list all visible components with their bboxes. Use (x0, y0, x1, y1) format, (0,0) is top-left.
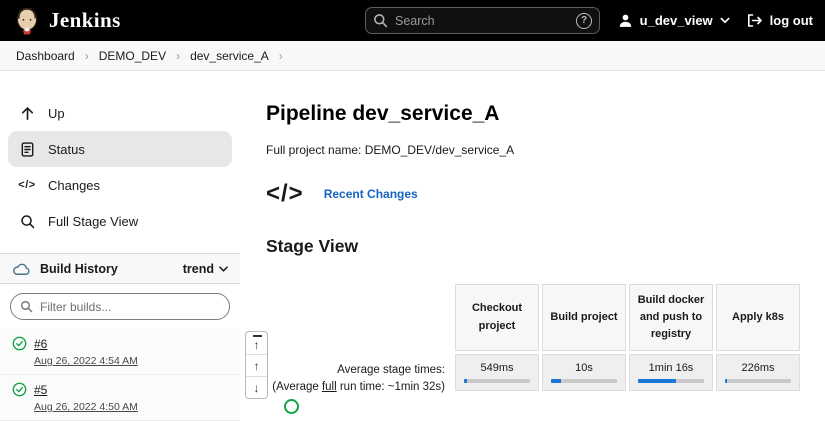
logout-label: log out (769, 13, 813, 28)
stage-table: Checkout project Build project Build doc… (455, 284, 800, 397)
stage-view: Average stage times: (Average full run t… (266, 284, 825, 397)
stage-column-header: Apply k8s (716, 284, 800, 351)
stage-column-header: Checkout project (455, 284, 539, 351)
stage-table-header: Checkout project Build project Build doc… (455, 284, 800, 351)
stage-column-header: Build project (542, 284, 626, 351)
stage-time-bar (464, 379, 530, 383)
sidebar-item-label: Up (48, 105, 65, 121)
recent-changes-row: </> Recent Changes (266, 179, 825, 209)
full-run-time-line: (Average full run time: ~1min 32s) (272, 381, 445, 394)
chevron-down-icon (720, 17, 730, 24)
stage-time-bar (725, 379, 791, 383)
sidebar-item-label: Changes (48, 177, 101, 193)
build-history-header: Build History trend (0, 253, 240, 284)
scroll-to-top-button[interactable]: ↑ (246, 332, 267, 354)
user-name: u_dev_view (639, 13, 713, 28)
sidebar-item-label: Status (48, 141, 85, 157)
brand-name: Jenkins (49, 8, 121, 32)
full-project-name: Full project name: DEMO_DEV/dev_service_… (266, 143, 515, 157)
page-title: Pipeline dev_service_A (266, 102, 500, 125)
trend-label: trend (182, 261, 214, 276)
person-icon (619, 14, 631, 27)
chevron-down-icon (219, 265, 228, 272)
stage-time-bar (638, 379, 704, 383)
success-check-icon (12, 336, 27, 351)
stage-time-cell: 226ms (716, 354, 800, 391)
sidebar-item-up[interactable]: Up (8, 95, 232, 131)
average-stage-times-label: Average stage times: (Average full run t… (266, 284, 455, 397)
sidebar-item-changes[interactable]: </> Changes (8, 167, 232, 203)
search-icon (20, 300, 33, 313)
search-icon (374, 14, 388, 28)
build-row: #5 Aug 26, 2022 4:50 AM (0, 375, 240, 421)
filter-builds-input[interactable] (40, 299, 220, 314)
stage-scroll-controls: ↑ ↑ ↓ (245, 331, 268, 399)
recent-changes-link[interactable]: Recent Changes (324, 187, 418, 201)
sidebar-item-status[interactable]: Status (8, 131, 232, 167)
jenkins-home-link[interactable]: Jenkins (14, 6, 121, 35)
build-history-title: Build History (40, 261, 118, 276)
breadcrumb: Dashboard › DEMO_DEV › dev_service_A › (0, 41, 825, 71)
breadcrumb-separator-icon: › (176, 48, 181, 63)
success-check-icon (12, 382, 27, 397)
breadcrumb-dashboard[interactable]: Dashboard (16, 49, 75, 63)
breadcrumb-folder[interactable]: DEMO_DEV (99, 49, 166, 63)
build-number-link[interactable]: #5 (34, 383, 47, 397)
logout-button[interactable]: log out (746, 13, 813, 28)
page-body: Up Status </> Changes Full Stage View Bu… (0, 71, 825, 421)
search-help-icon[interactable]: ? (576, 12, 592, 29)
breadcrumb-separator-icon: › (278, 48, 283, 63)
jenkins-logo-icon (17, 7, 37, 35)
build-number-link[interactable]: #6 (34, 337, 47, 351)
global-search[interactable]: ? (365, 7, 600, 34)
stage-time-bar (551, 379, 617, 383)
sidebar: Up Status </> Changes Full Stage View Bu… (0, 71, 240, 421)
breadcrumb-separator-icon: › (84, 48, 89, 63)
build-date-link[interactable]: Aug 26, 2022 4:50 AM (34, 401, 138, 413)
trend-link[interactable]: trend (183, 262, 228, 276)
stage-time-cell: 10s (542, 354, 626, 391)
cloud-icon (13, 263, 30, 275)
main-content: Pipeline dev_service_A Full project name… (240, 71, 825, 414)
sidebar-item-label: Full Stage View (48, 213, 139, 229)
breadcrumb-pipeline[interactable]: dev_service_A (190, 49, 269, 63)
arrow-up-icon (18, 105, 36, 122)
code-icon: </> (18, 179, 36, 191)
magnifier-icon (18, 213, 36, 230)
filter-builds-box[interactable] (10, 293, 230, 320)
status-icon (18, 141, 36, 158)
top-bar: Jenkins ? u_dev_view log out (0, 0, 825, 41)
build-row: #6 Aug 26, 2022 4:54 AM (0, 329, 240, 375)
stage-time-cell: 1min 16s (629, 354, 713, 391)
search-input[interactable] (395, 13, 569, 28)
logout-icon (747, 14, 762, 27)
user-menu[interactable]: u_dev_view (618, 13, 730, 28)
scroll-down-button[interactable]: ↓ (246, 376, 267, 398)
build-date-link[interactable]: Aug 26, 2022 4:54 AM (34, 355, 138, 367)
user-area: u_dev_view log out (618, 0, 813, 41)
code-icon: </> (266, 180, 304, 207)
sidebar-item-full-stage-view[interactable]: Full Stage View (8, 203, 232, 239)
stage-average-times-row: 549ms 10s 1min 16s 226ms (455, 354, 800, 391)
stage-view-heading: Stage View (266, 236, 359, 256)
scroll-up-button[interactable]: ↑ (246, 354, 267, 376)
stage-time-cell: 549ms (455, 354, 539, 391)
stage-column-header: Build docker and push to registry (629, 284, 713, 351)
avg-times-line: Average stage times: (337, 364, 445, 376)
